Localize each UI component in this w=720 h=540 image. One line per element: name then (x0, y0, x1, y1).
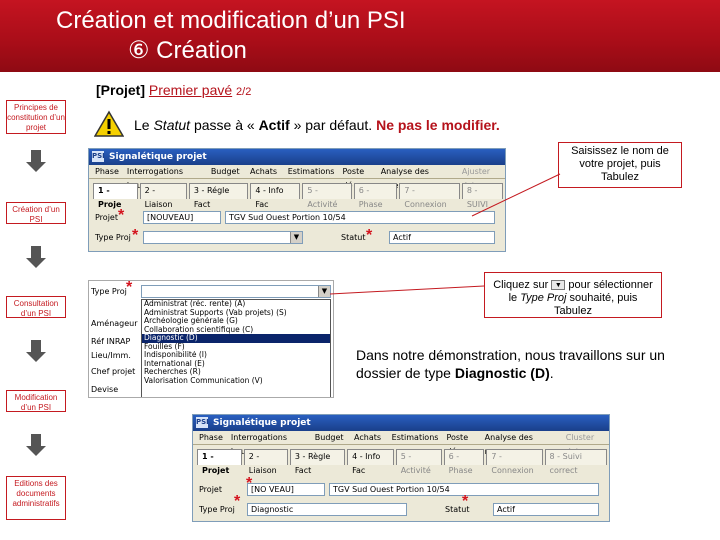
menu-poste[interactable]: Poste dé (342, 165, 372, 190)
callout-pointer (329, 285, 485, 295)
type-proj-options: Administrat (réc. rente) (A) Administrat… (141, 299, 331, 397)
required-star-icon: * (118, 207, 125, 224)
menu-budget[interactable]: Budget ▾ (315, 431, 346, 456)
tab-suivi[interactable]: 8 - Suivi correct (544, 449, 607, 475)
step-creation[interactable]: Création d’un PSI (6, 202, 66, 224)
tab-projet[interactable]: 1 - Proje (93, 183, 138, 209)
menu-budget[interactable]: Budget ▾ (211, 165, 242, 190)
statut-label: Statut (341, 233, 366, 242)
tab-info-fac[interactable]: 4 - Info Fac (250, 183, 301, 209)
tab-connexion[interactable]: 7 - Connexion (399, 183, 460, 209)
menu-achats[interactable]: Achats ▾ (250, 165, 280, 190)
tab-activite[interactable]: 5 - Activité (302, 183, 352, 209)
step-editions[interactable]: Editions des documents administratifs (6, 476, 66, 520)
menu-estimations[interactable]: Estimations (288, 165, 335, 178)
menu-estimations[interactable]: Estimations (392, 431, 439, 444)
menu-interrogations[interactable]: Interrogations heures (127, 165, 203, 190)
tab-activite[interactable]: 5 - Activité (395, 449, 442, 475)
option-item[interactable]: Valorisation Communication (V) (142, 377, 330, 386)
chevron-down-icon[interactable]: ▼ (290, 232, 302, 243)
option-item[interactable]: Administrat (réc. rente) (A) (142, 300, 330, 309)
section-subtitle: [Projet] Premier pavé 2/2 (96, 82, 252, 98)
option-item-selected[interactable]: Diagnostic (D) (142, 334, 330, 343)
step-consultation[interactable]: Consultation d’un PSI (6, 296, 66, 318)
option-item[interactable]: Archéologie générale (G) (142, 317, 330, 326)
tab-regle-fact[interactable]: 3 - Régle Fact (188, 183, 249, 209)
menu-interrogations[interactable]: Interrogations heures (231, 431, 307, 456)
window-menu: Phase Interrogations heures Budget ▾ Ach… (89, 165, 505, 190)
step-principes[interactable]: Principes de constitution d’un projet (6, 100, 66, 134)
required-star-icon: * (126, 279, 133, 296)
tab-phase[interactable]: 6 - Phase (443, 449, 485, 475)
required-star-icon: * (366, 227, 373, 244)
menu-phase[interactable]: Phase (199, 431, 223, 444)
window-tabs: 1 - Projet 2 - Liaison 3 - Règle Fact 4 … (193, 449, 609, 475)
combo-button-icon: ▼ (551, 280, 566, 291)
menu-analyse[interactable]: Analyse des revenus (381, 165, 454, 190)
projet-code-field[interactable]: [NOUVEAU] (143, 211, 221, 224)
option-item[interactable]: Indisponibilité (I) (142, 351, 330, 360)
projet-label: Projet (199, 485, 222, 494)
warning-icon (94, 110, 124, 137)
required-star-icon: * (234, 493, 241, 510)
tab-liaison[interactable]: 2 - Liaison (139, 183, 187, 209)
option-item[interactable]: International (E) (142, 360, 330, 369)
tab-info-fac[interactable]: 4 - Info Fac (347, 449, 394, 475)
window-menu: Phase Interrogations heures Budget ▾ Ach… (193, 431, 609, 456)
option-item[interactable]: Recherches (R) (142, 368, 330, 377)
tab-liaison[interactable]: 2 - Liaison (243, 449, 288, 475)
tab-connexion[interactable]: 7 - Connexion (486, 449, 543, 475)
projet-label: Projet (95, 213, 118, 222)
required-star-icon: * (132, 227, 139, 244)
demo-explanation: Dans notre démonstration, nous travaillo… (356, 347, 665, 381)
callout-pointer (471, 173, 561, 217)
app-icon: PSI (196, 417, 209, 428)
page-subtitle: ⑥ Création (128, 37, 247, 64)
type-proj-dropdown-screenshot: Type Proj ▼ Aménageur Réf INRAP Lieu/Imm… (88, 280, 334, 398)
option-item[interactable]: Administrat Supports (Vab projets) (S) (142, 309, 330, 318)
type-proj-combo[interactable]: Diagnostic (247, 503, 407, 516)
tab-phase[interactable]: 6 - Phase (353, 183, 398, 209)
tab-projet[interactable]: 1 - Projet (197, 449, 242, 475)
statut-combo[interactable]: Actif (389, 231, 495, 244)
menu-phase[interactable]: Phase (95, 165, 119, 178)
app-icon: PSI (92, 151, 105, 162)
projet-name-field[interactable]: TGV Sud Ouest Portion 10/54 (225, 211, 495, 224)
slide-header: Création et modification d’un PSI ⑥ Créa… (0, 0, 720, 72)
required-star-icon: * (462, 493, 469, 510)
premier-pave-link[interactable]: Premier pavé (149, 82, 232, 98)
menu-poste[interactable]: Poste dé (446, 431, 476, 456)
menu-analyse[interactable]: Analyse des revenus (485, 431, 558, 456)
callout-choisir-type: Cliquez sur ▼ pour sélectionner le Type … (484, 272, 662, 318)
statut-note: Le Statut passe à « Actif » par défaut. … (134, 117, 500, 133)
callout-saisir-nom: Saisissez le nom de votre projet, puis T… (558, 142, 682, 188)
statut-combo[interactable]: Actif (493, 503, 599, 516)
page-title: Création et modification d’un PSI (56, 7, 406, 34)
menu-cluster[interactable]: Cluster date (566, 431, 609, 456)
type-proj-combo-open[interactable]: ▼ (141, 285, 331, 298)
type-proj-label: Type Proj (199, 505, 235, 514)
signaletique-window-bottom: PSI Signalétique projet Phase Interrogati… (192, 414, 610, 522)
tab-regle-fact[interactable]: 3 - Règle Fact (289, 449, 346, 475)
type-proj-label: Type Proj (95, 233, 131, 242)
left-steps-column: Principes de constitution d’un projet Cr… (0, 72, 72, 540)
option-item[interactable]: Collaboration scientifique (C) (142, 326, 330, 335)
signaletique-window-top: PSI Signalétique projet Phase Interrogati… (88, 148, 506, 252)
menu-achats[interactable]: Achats ▾ (354, 431, 384, 456)
required-star-icon: * (246, 475, 253, 492)
step-modification[interactable]: Modification d’un PSI (6, 390, 66, 412)
projet-code-field[interactable]: [NO VEAU] (247, 483, 325, 496)
option-item[interactable]: Fouilles (F) (142, 343, 330, 352)
window-titlebar: PSI Signalétique projet (193, 415, 609, 431)
type-proj-combo[interactable]: ▼ (143, 231, 303, 244)
window-tabs: 1 - Proje 2 - Liaison 3 - Régle Fact 4 -… (89, 183, 505, 209)
window-titlebar: PSI Signalétique projet (89, 149, 505, 165)
